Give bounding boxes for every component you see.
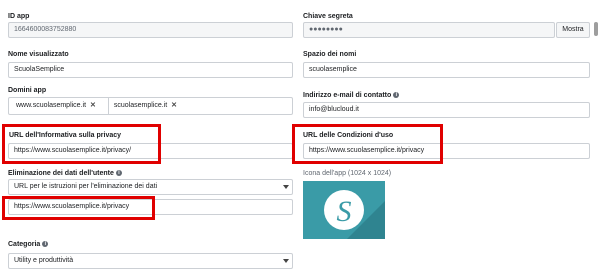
app-id-label: ID app — [8, 13, 30, 20]
secret-label: Chiave segreta — [303, 13, 353, 20]
info-icon[interactable]: i — [42, 241, 49, 247]
chevron-down-icon[interactable] — [283, 259, 289, 263]
info-icon[interactable]: i — [393, 92, 400, 98]
app-icon-label: Icona dell'app (1024 x 1024) — [303, 170, 392, 177]
data-deletion-label-text: Eliminazione dei dati dell'utente — [8, 170, 114, 177]
remove-tag-icon[interactable]: ✕ — [171, 102, 177, 109]
info-icon[interactable]: i — [115, 170, 122, 176]
contact-email-label-text: Indirizzo e-mail di contatto — [303, 92, 392, 99]
remove-tag-icon[interactable]: ✕ — [90, 102, 96, 109]
secret-field: ●●●●●●●● — [303, 22, 555, 38]
app-domains-label: Domini app — [8, 87, 47, 94]
contact-email-label: Indirizzo e-mail di contatto i — [303, 92, 400, 99]
category-label-text: Categoria — [8, 241, 41, 248]
category-select[interactable]: Utility e produttività — [8, 253, 293, 269]
domain-tag-label: scuolasemplice.it — [113, 102, 168, 109]
data-deletion-label: Eliminazione dei dati dell'utente i — [8, 170, 122, 177]
show-secret-button[interactable]: Mostra — [556, 22, 590, 38]
namespace-input[interactable]: scuolasemplice — [303, 62, 590, 78]
chevron-down-icon[interactable] — [283, 185, 289, 189]
app-icon-graphic: S — [303, 181, 385, 239]
app-id-field: 1664600083752880 — [8, 22, 293, 38]
domain-tag-label: www.scuolasemplice.it — [16, 102, 87, 109]
app-icon-letter: S — [337, 195, 352, 228]
display-name-label: Nome visualizzato — [8, 51, 69, 58]
domain-tag: scuolasemplice.it ✕ — [107, 98, 179, 114]
namespace-label: Spazio dei nomi — [303, 51, 357, 58]
contact-email-input[interactable]: info@blucloud.it — [303, 102, 590, 118]
terms-url-highlight — [292, 124, 443, 164]
scrollbar[interactable] — [594, 22, 598, 36]
domain-tag: www.scuolasemplice.it ✕ — [14, 98, 98, 114]
privacy-url-highlight — [2, 124, 161, 164]
app-domains-input[interactable]: www.scuolasemplice.it ✕ scuolasemplice.it… — [8, 97, 293, 115]
data-deletion-highlight — [2, 196, 155, 220]
display-name-input[interactable]: ScuolaSemplice — [8, 62, 293, 78]
app-icon-image[interactable]: S — [303, 181, 385, 239]
category-label: Categoria i — [8, 241, 49, 248]
data-deletion-select[interactable]: URL per le istruzioni per l'eliminazione… — [8, 179, 293, 195]
